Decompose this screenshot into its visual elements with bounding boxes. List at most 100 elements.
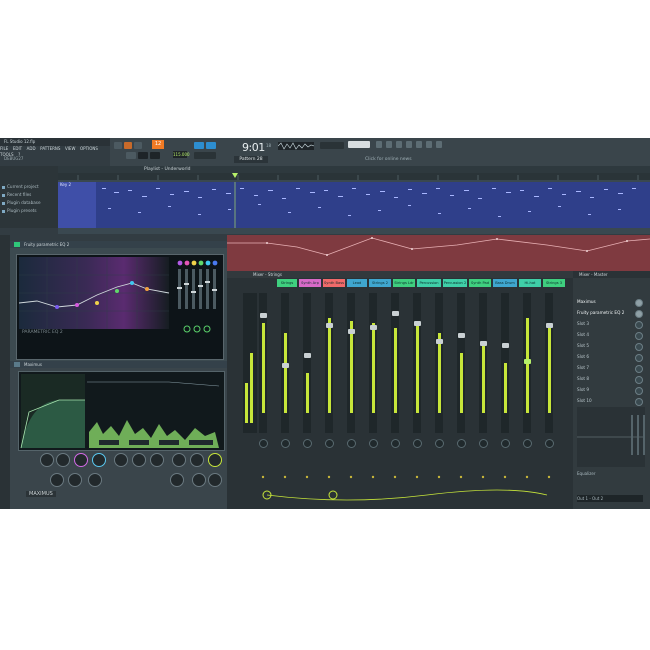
- playlist-timeline-ruler[interactable]: [58, 173, 650, 180]
- browser-icon[interactable]: [416, 141, 422, 148]
- playlist-pattern-clip[interactable]: [58, 182, 650, 228]
- mixer-channel-label[interactable]: Strings 2: [369, 279, 391, 287]
- mixer-knob[interactable]: [259, 439, 268, 448]
- maximus-knob-8[interactable]: [172, 453, 186, 467]
- mixer-knob[interactable]: [413, 439, 422, 448]
- mixer-strip-11[interactable]: [479, 293, 487, 433]
- output-selector[interactable]: Out 1 - Out 2: [577, 495, 643, 502]
- song-mode-button[interactable]: [114, 142, 122, 149]
- browser-item-plugin-database[interactable]: Plugin database: [2, 200, 41, 205]
- slot-enable-led[interactable]: [635, 365, 643, 373]
- mixer-knob[interactable]: [325, 439, 334, 448]
- slot-enable-led[interactable]: [635, 387, 643, 395]
- browser-item-current-project[interactable]: Current project: [2, 184, 39, 189]
- plugin-arrow-icon[interactable]: [14, 362, 20, 367]
- insert-slot-5[interactable]: Slot 5: [577, 341, 633, 350]
- master-volume-slider[interactable]: [194, 152, 216, 159]
- mixer-strip-2[interactable]: [281, 293, 289, 433]
- mixer-knob[interactable]: [369, 439, 378, 448]
- maximus-knob-9[interactable]: [190, 453, 204, 467]
- mixer-channel-label[interactable]: Strings Ldr: [393, 279, 415, 287]
- master-mixer-strip[interactable]: [243, 293, 257, 433]
- tempo-display[interactable]: 115.000: [173, 151, 190, 158]
- maximus-knob-7[interactable]: [150, 453, 164, 467]
- typing-keyboard-button[interactable]: [206, 142, 216, 149]
- transport-record-button[interactable]: [150, 152, 160, 159]
- play-button[interactable]: [134, 142, 142, 149]
- maximus-display[interactable]: [18, 371, 225, 451]
- maximus-knob-15[interactable]: [192, 473, 206, 487]
- snap-button[interactable]: [194, 142, 204, 149]
- slot-enable-led[interactable]: [635, 398, 643, 406]
- insert-slot-3[interactable]: Slot 3: [577, 319, 633, 328]
- mixer-strip-4[interactable]: [325, 293, 333, 433]
- mixer-channel-label[interactable]: Percussion: [417, 279, 441, 287]
- mixer-channel-label[interactable]: Synth Bass: [323, 279, 345, 287]
- slot-enable-led[interactable]: [635, 332, 643, 340]
- insert-slot-2[interactable]: Fruity parametric EQ 2: [577, 308, 633, 317]
- mixer-strip-10[interactable]: [457, 293, 465, 433]
- transport-play-button[interactable]: [138, 152, 148, 159]
- maximus-knob-11[interactable]: [50, 473, 64, 487]
- mixer-channel-label[interactable]: Synth Pad: [469, 279, 491, 287]
- insert-slot-10[interactable]: Slot 10: [577, 396, 633, 405]
- mixer-channel-label[interactable]: Synth Arp: [299, 279, 321, 287]
- maximus-knob-6[interactable]: [132, 453, 146, 467]
- menu-file[interactable]: FILE: [0, 146, 8, 151]
- insert-eq-area[interactable]: [577, 407, 645, 467]
- mixer-window-icon[interactable]: [386, 141, 392, 148]
- eq-display[interactable]: [16, 254, 224, 360]
- playlist-track-header[interactable]: [58, 182, 96, 228]
- mixer-strip-12[interactable]: [501, 293, 509, 433]
- record-button[interactable]: [124, 142, 132, 149]
- maximus-knob-14[interactable]: [170, 473, 184, 487]
- slot-enable-led[interactable]: [635, 321, 643, 329]
- maximus-knob-10[interactable]: [208, 453, 222, 467]
- recording-settings-icon[interactable]: [376, 141, 382, 148]
- insert-slot-1[interactable]: Maximus: [577, 297, 633, 306]
- mixer-strip-6[interactable]: [369, 293, 377, 433]
- mixer-strip-1[interactable]: [259, 293, 267, 433]
- pattern-number-display[interactable]: 12: [152, 140, 164, 149]
- mixer-knob[interactable]: [479, 439, 488, 448]
- mixer-channel-label[interactable]: Strings 3: [543, 279, 565, 287]
- maximus-knob-5[interactable]: [114, 453, 128, 467]
- menu-patterns[interactable]: PATTERNS: [40, 146, 60, 151]
- plugin-arrow-icon[interactable]: [14, 242, 20, 247]
- mixer-knob[interactable]: [281, 439, 290, 448]
- playlist-icon[interactable]: [426, 141, 432, 148]
- menu-options[interactable]: OPTIONS: [80, 146, 98, 151]
- maximus-knob-12[interactable]: [68, 473, 82, 487]
- insert-slot-8[interactable]: Slot 8: [577, 374, 633, 383]
- browser-item-recent-files[interactable]: Recent files: [2, 192, 31, 197]
- mixer-knob[interactable]: [391, 439, 400, 448]
- browser-item-plugin-presets[interactable]: Plugin presets: [2, 208, 37, 213]
- channel-rack-icon[interactable]: [396, 141, 402, 148]
- online-news-link[interactable]: Click for online news: [365, 156, 433, 163]
- insert-slot-6[interactable]: Slot 6: [577, 352, 633, 361]
- stop-button[interactable]: [126, 152, 136, 159]
- piano-roll-icon[interactable]: [406, 141, 412, 148]
- mixer-knob[interactable]: [523, 439, 532, 448]
- help-icon[interactable]: [436, 141, 442, 148]
- menu-add[interactable]: ADD: [27, 146, 36, 151]
- maximus-knob-4[interactable]: [92, 453, 106, 467]
- slot-enable-led[interactable]: [635, 376, 643, 384]
- mixer-channel-label[interactable]: Percussion 2: [443, 279, 467, 287]
- slot-enable-led[interactable]: [635, 354, 643, 362]
- maximus-knob-2[interactable]: [56, 453, 70, 467]
- mixer-channel-label[interactable]: Bass Drum: [493, 279, 517, 287]
- maximus-knob-16[interactable]: [208, 473, 222, 487]
- mixer-knob[interactable]: [347, 439, 356, 448]
- mixer-channel-label[interactable]: Hi-hat: [519, 279, 541, 287]
- mixer-knob[interactable]: [303, 439, 312, 448]
- mixer-knob[interactable]: [457, 439, 466, 448]
- slot-enable-led[interactable]: [635, 343, 643, 351]
- slot-enable-led[interactable]: [635, 299, 643, 307]
- maximus-knob-1[interactable]: [40, 453, 54, 467]
- mixer-channel-label[interactable]: Lead: [347, 279, 367, 287]
- insert-slot-4[interactable]: Slot 4: [577, 330, 633, 339]
- mixer-strip-14[interactable]: [545, 293, 553, 433]
- maximus-knob-3[interactable]: [74, 453, 88, 467]
- mixer-channel-label[interactable]: Strings: [277, 279, 297, 287]
